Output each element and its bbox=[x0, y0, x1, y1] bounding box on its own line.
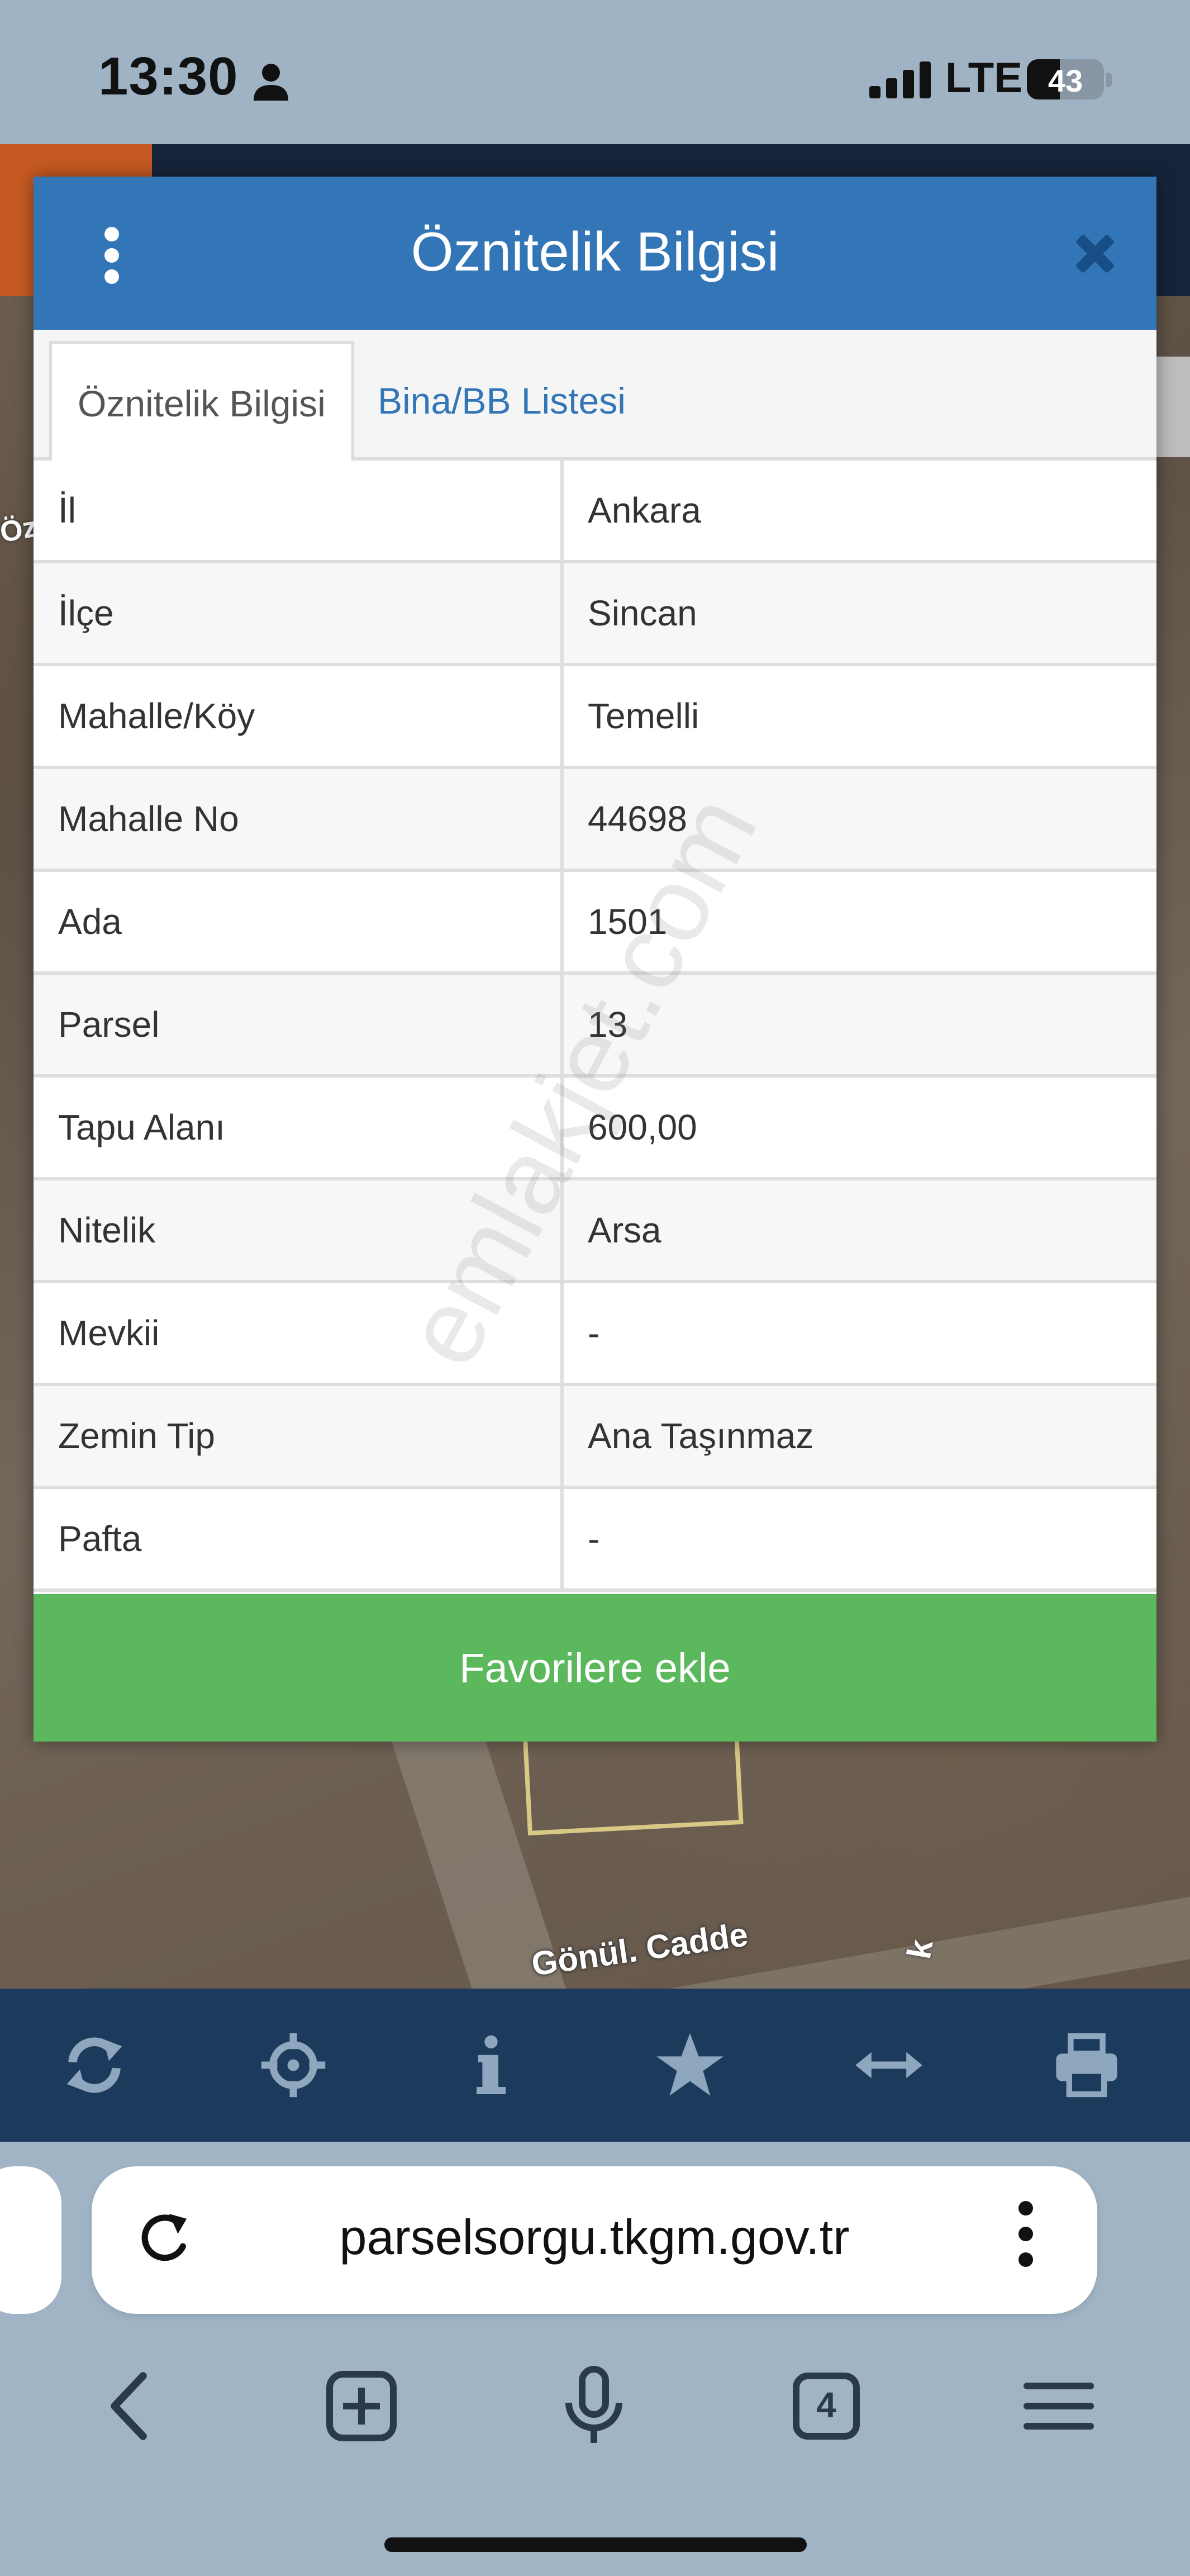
map-side-handle bbox=[1156, 357, 1190, 457]
tab-building-list[interactable]: Bina/BB Listesi bbox=[352, 341, 651, 461]
row-value: Ankara bbox=[588, 490, 701, 530]
table-row: İlçe Sincan bbox=[34, 563, 1156, 666]
browser-chrome: parselsorgu.tkgm.gov.tr 4 bbox=[0, 2142, 1190, 2576]
battery-cap bbox=[1106, 73, 1112, 87]
new-tab-icon[interactable] bbox=[320, 2364, 403, 2448]
row-key: Zemin Tip bbox=[58, 1416, 215, 1456]
back-icon[interactable] bbox=[89, 2364, 173, 2448]
close-icon[interactable] bbox=[1070, 229, 1121, 279]
row-value: Temelli bbox=[588, 696, 699, 736]
battery-level: 43 bbox=[1048, 63, 1083, 98]
tab-count: 4 bbox=[816, 2385, 836, 2425]
refresh-icon[interactable] bbox=[58, 2029, 131, 2101]
table-row: Mahalle No 44698 bbox=[34, 769, 1156, 872]
row-value: Ana Taşınmaz bbox=[588, 1416, 814, 1456]
table-row: İl Ankara bbox=[34, 461, 1156, 563]
status-bar: 13:30 LTE 43 bbox=[0, 0, 1190, 144]
network-type: LTE bbox=[945, 54, 1022, 102]
table-row: Nitelik Arsa bbox=[34, 1180, 1156, 1283]
row-key: Pafta bbox=[58, 1519, 142, 1559]
row-value: - bbox=[588, 1519, 600, 1559]
table-row: Mevkii - bbox=[34, 1283, 1156, 1386]
table-row: Pafta - bbox=[34, 1489, 1156, 1592]
dialog-header: Öznitelik Bilgisi bbox=[34, 177, 1156, 330]
info-icon[interactable] bbox=[455, 2029, 527, 2101]
dialog-tabs: Öznitelik Bilgisi Bina/BB Listesi bbox=[34, 330, 1156, 461]
previous-tab-peek[interactable] bbox=[0, 2166, 61, 2314]
row-key: Mahalle No bbox=[58, 799, 239, 839]
row-value: - bbox=[588, 1313, 600, 1353]
battery-icon: 43 bbox=[1027, 59, 1104, 99]
row-key: İlçe bbox=[58, 593, 114, 633]
url-text[interactable]: parselsorgu.tkgm.gov.tr bbox=[92, 2209, 1097, 2266]
person-icon bbox=[254, 64, 288, 101]
add-to-favorites-button[interactable]: Favorilere ekle bbox=[34, 1594, 1156, 1742]
dialog-title: Öznitelik Bilgisi bbox=[411, 221, 779, 282]
row-value: Sincan bbox=[588, 593, 697, 633]
row-key: Parsel bbox=[58, 1004, 160, 1045]
row-key: İl bbox=[58, 490, 76, 530]
map-toolbar bbox=[0, 1989, 1190, 2142]
more-vertical-icon[interactable] bbox=[1015, 2201, 1037, 2279]
tab-attribute-info[interactable]: Öznitelik Bilgisi bbox=[49, 341, 354, 461]
table-row: Zemin Tip Ana Taşınmaz bbox=[34, 1386, 1156, 1489]
home-indicator bbox=[384, 2537, 807, 2552]
signal-icon bbox=[869, 61, 931, 98]
menu-icon[interactable] bbox=[1017, 2364, 1101, 2448]
row-key: Tapu Alanı bbox=[58, 1107, 225, 1147]
table-row: Mahalle/Köy Temelli bbox=[34, 666, 1156, 769]
row-key: Mevkii bbox=[58, 1313, 160, 1353]
crosshair-icon[interactable] bbox=[257, 2029, 330, 2101]
attribute-dialog: Öznitelik Bilgisi Öznitelik Bilgisi Bina… bbox=[34, 177, 1156, 1742]
address-bar[interactable]: parselsorgu.tkgm.gov.tr bbox=[92, 2166, 1097, 2314]
tab-switcher-button[interactable]: 4 bbox=[784, 2364, 868, 2448]
measure-icon[interactable] bbox=[853, 2029, 925, 2101]
row-key: Ada bbox=[58, 902, 122, 942]
microphone-icon[interactable] bbox=[552, 2364, 636, 2448]
street-label: Gönül. Cadde bbox=[529, 1915, 750, 1983]
print-icon[interactable] bbox=[1050, 2029, 1123, 2101]
star-icon[interactable] bbox=[654, 2029, 726, 2101]
row-key: Mahalle/Köy bbox=[58, 696, 255, 736]
status-time: 13:30 bbox=[98, 46, 239, 106]
row-value: Arsa bbox=[588, 1210, 661, 1250]
row-key: Nitelik bbox=[58, 1210, 156, 1250]
